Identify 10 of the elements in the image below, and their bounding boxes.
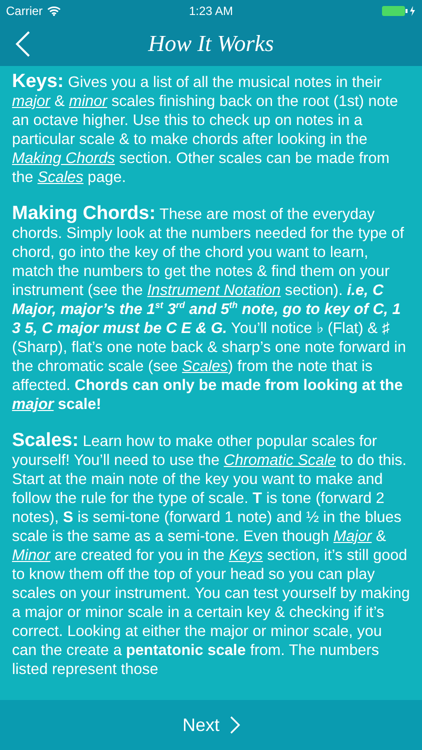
time-label: 1:23 AM [188,4,234,18]
section-paragraph: Scales: Learn how to make other popular scales for yourself! You’ll need to use the Chromatic Scale to do this. Start at the main note of the key you want to make and follow the rule for the type of scale. T is tone (forward 2 notes), S is semi-tone (forward 1 note) and ½ in the blues scale is the same as a semi-tone. Even though Major & Minor are created for you in the Keys section, it’s still good to know them off the top of your head so you can play scales on your instrument. You can test yourself by making a major or minor scale in a certain key & checking if it’s correct. Looking at either the major or minor scale, you can the create a pentatonic scale from. The numbers listed represent those [12,431,410,679]
carrier-label: Carrier [6,4,43,18]
page-title: How It Works [148,31,274,57]
back-button[interactable] [14,30,32,58]
chevron-right-icon [230,716,240,734]
next-button[interactable]: Next [174,710,248,740]
wifi-icon [46,6,61,16]
section-paragraph: Keys: Gives you a list of all the musical notes in their major & minor scales finishing back on the root (1st) note an octave higher. Use this to check up on notes in a particular scale & to make chords after looking in the Making Chords section. Other scales can be made from the Scales page. [12,72,400,187]
section-paragraph: Making Chords: These are most of the everyday chords. Simply look at the numbers needed for the type of chord, go into the key of the chord you want to learn, match the numbers to get the notes & find them on your instrument (see the Instrument Notation section). i.e, C Major, major’s the 1$^{st}$ 3$^{rd}$ and 5$^{th}$ note, go to key of C, 1 3 5, C major must be C E & G. You’ll notice ♭ (Flat) & ♯ (Sharp), flat’s one note back & sharp’s one note forward in the chromatic scale (see Scales) from the note that is affected. Chords can only be made from looking at the major scale! [12,204,407,414]
